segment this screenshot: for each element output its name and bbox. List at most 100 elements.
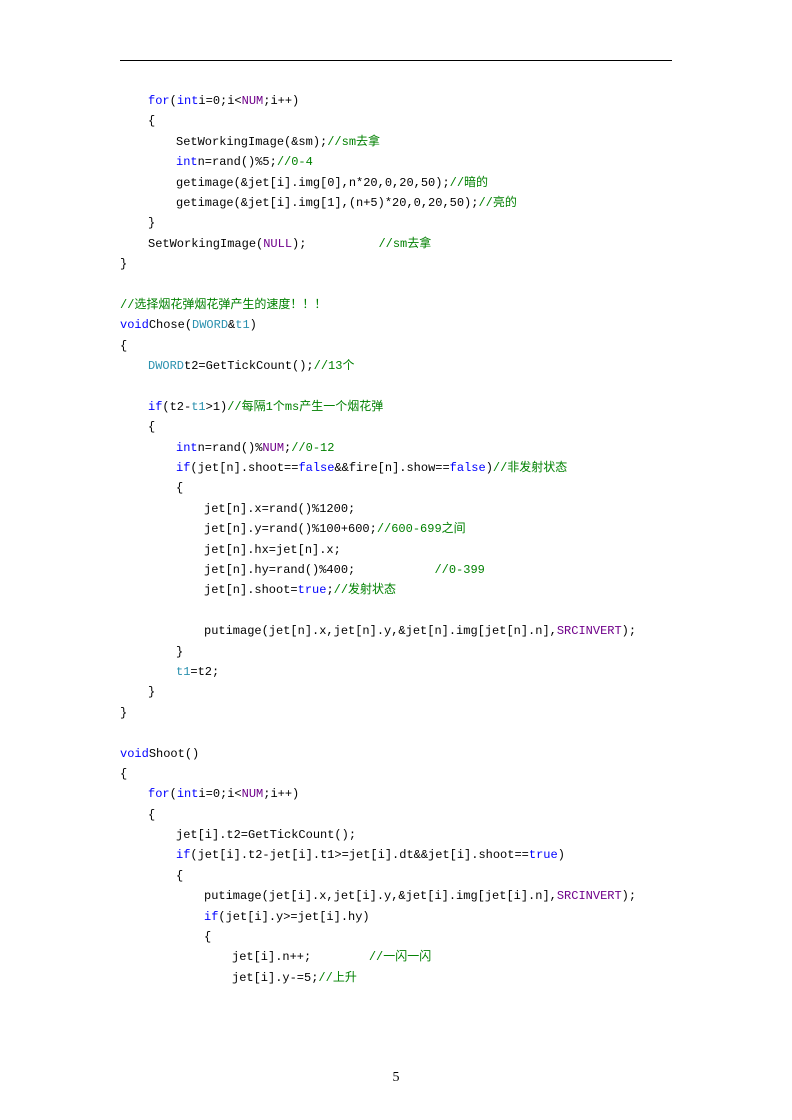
code-line: getimage(&jet[i].img[1],(n+5)*20,0,20,50… bbox=[120, 193, 672, 213]
token-kw: if bbox=[176, 461, 190, 475]
token-kw: if bbox=[204, 910, 218, 924]
token-kw: if bbox=[148, 400, 162, 414]
token: n=rand()%5; bbox=[198, 155, 277, 169]
token: { bbox=[120, 767, 127, 781]
token-const: NUM bbox=[242, 94, 264, 108]
token-kw: int bbox=[176, 155, 198, 169]
token: ); bbox=[292, 237, 378, 251]
token: ); bbox=[622, 624, 636, 638]
code-line: jet[n].hy=rand()%400; //0-399 bbox=[120, 560, 672, 580]
code-line: jet[i].t2=GetTickCount(); bbox=[120, 825, 672, 845]
token-kw: false bbox=[450, 461, 486, 475]
token-cm: //13个 bbox=[314, 359, 355, 373]
token: SetWorkingImage(&sm); bbox=[176, 135, 327, 149]
token: getimage(&jet[i].img[1],(n+5)*20,0,20,50… bbox=[176, 196, 478, 210]
token: } bbox=[176, 645, 183, 659]
header-rule bbox=[120, 60, 672, 61]
token: jet[n].shoot= bbox=[204, 583, 298, 597]
token: (t2- bbox=[162, 400, 191, 414]
token: jet[n].y=rand()%100+600; bbox=[204, 522, 377, 536]
code-block: for(inti=0;i<NUM;i++){SetWorkingImage(&s… bbox=[120, 91, 672, 988]
token-cm: //600-699之间 bbox=[377, 522, 466, 536]
token: >1) bbox=[206, 400, 228, 414]
token-cm: //sm去拿 bbox=[378, 237, 431, 251]
token: } bbox=[148, 685, 155, 699]
token-num: t1 bbox=[176, 665, 190, 679]
token: jet[n].hy=rand()%400; bbox=[204, 563, 434, 577]
code-line: if(t2-t1>1)//每隔1个ms产生一个烟花弹 bbox=[120, 397, 672, 417]
code-line: voidShoot() bbox=[120, 744, 672, 764]
code-line: jet[n].y=rand()%100+600;//600-699之间 bbox=[120, 519, 672, 539]
token: (jet[n].shoot== bbox=[190, 461, 298, 475]
code-line: SetWorkingImage(&sm);//sm去拿 bbox=[120, 132, 672, 152]
token-cm: //发射状态 bbox=[334, 583, 396, 597]
code-line: //选择烟花弹烟花弹产生的速度！！！ bbox=[120, 295, 672, 315]
code-line: } bbox=[120, 213, 672, 233]
token-const: NULL bbox=[263, 237, 292, 251]
code-line: { bbox=[120, 336, 672, 356]
code-line: voidChose(DWORD&t1) bbox=[120, 315, 672, 335]
token: ;i++) bbox=[263, 94, 299, 108]
page-number: 5 bbox=[0, 1066, 792, 1090]
token: putimage(jet[n].x,jet[n].y,&jet[n].img[j… bbox=[204, 624, 557, 638]
token: i=0;i< bbox=[198, 787, 241, 801]
code-line: jet[n].shoot=true;//发射状态 bbox=[120, 580, 672, 600]
code-line: if(jet[i].y>=jet[i].hy) bbox=[120, 907, 672, 927]
token-kw: for bbox=[148, 94, 170, 108]
token: (jet[i].y>=jet[i].hy) bbox=[218, 910, 369, 924]
token: jet[i].n++; bbox=[232, 950, 369, 964]
code-line: { bbox=[120, 866, 672, 886]
token: jet[n].hx=jet[n].x; bbox=[204, 543, 341, 557]
token: { bbox=[148, 808, 155, 822]
code-line: } bbox=[120, 703, 672, 723]
token: jet[n].x=rand()%1200; bbox=[204, 502, 355, 516]
token: =t2; bbox=[190, 665, 219, 679]
code-line: } bbox=[120, 682, 672, 702]
token: ; bbox=[326, 583, 333, 597]
code-line bbox=[120, 601, 672, 621]
token: t2=GetTickCount(); bbox=[184, 359, 314, 373]
token-const: NUM bbox=[242, 787, 264, 801]
document-page: for(inti=0;i<NUM;i++){SetWorkingImage(&s… bbox=[0, 0, 792, 1120]
code-line: for(inti=0;i<NUM;i++) bbox=[120, 91, 672, 111]
token-num: DWORD bbox=[192, 318, 228, 332]
code-line: jet[i].y-=5;//上升 bbox=[120, 968, 672, 988]
code-line: { bbox=[120, 111, 672, 131]
code-line: jet[i].n++; //一闪一闪 bbox=[120, 947, 672, 967]
code-line: getimage(&jet[i].img[0],n*20,0,20,50);//… bbox=[120, 173, 672, 193]
code-line: { bbox=[120, 927, 672, 947]
token: putimage(jet[i].x,jet[i].y,&jet[i].img[j… bbox=[204, 889, 557, 903]
code-line: { bbox=[120, 417, 672, 437]
token: } bbox=[148, 216, 155, 230]
token-kw: true bbox=[298, 583, 327, 597]
token: jet[i].t2=GetTickCount(); bbox=[176, 828, 356, 842]
token-cm: //非发射状态 bbox=[493, 461, 567, 475]
token-cm: //一闪一闪 bbox=[369, 950, 431, 964]
code-line: { bbox=[120, 478, 672, 498]
token-cm: //亮的 bbox=[478, 196, 516, 210]
code-line: if(jet[i].t2-jet[i].t1>=jet[i].dt&&jet[i… bbox=[120, 845, 672, 865]
code-line: if(jet[n].shoot==false&&fire[n].show==fa… bbox=[120, 458, 672, 478]
token-kw: void bbox=[120, 747, 149, 761]
token: (jet[i].t2-jet[i].t1>=jet[i].dt&&jet[i].… bbox=[190, 848, 528, 862]
code-line bbox=[120, 275, 672, 295]
token: i=0;i< bbox=[198, 94, 241, 108]
token: Shoot() bbox=[149, 747, 199, 761]
code-line: SetWorkingImage(NULL); //sm去拿 bbox=[120, 234, 672, 254]
token: SetWorkingImage( bbox=[148, 237, 263, 251]
token: ;i++) bbox=[263, 787, 299, 801]
code-line: putimage(jet[n].x,jet[n].y,&jet[n].img[j… bbox=[120, 621, 672, 641]
code-line: { bbox=[120, 805, 672, 825]
token-kw: int bbox=[176, 441, 198, 455]
token-const: NUM bbox=[262, 441, 284, 455]
token: ( bbox=[170, 94, 177, 108]
token: ) bbox=[558, 848, 565, 862]
token-kw: int bbox=[177, 94, 199, 108]
token-kw: true bbox=[529, 848, 558, 862]
code-line: DWORDt2=GetTickCount();//13个 bbox=[120, 356, 672, 376]
code-line: intn=rand()%NUM;//0-12 bbox=[120, 438, 672, 458]
token-kw: for bbox=[148, 787, 170, 801]
token: Chose( bbox=[149, 318, 192, 332]
token: ( bbox=[170, 787, 177, 801]
token-cm: //sm去拿 bbox=[327, 135, 380, 149]
